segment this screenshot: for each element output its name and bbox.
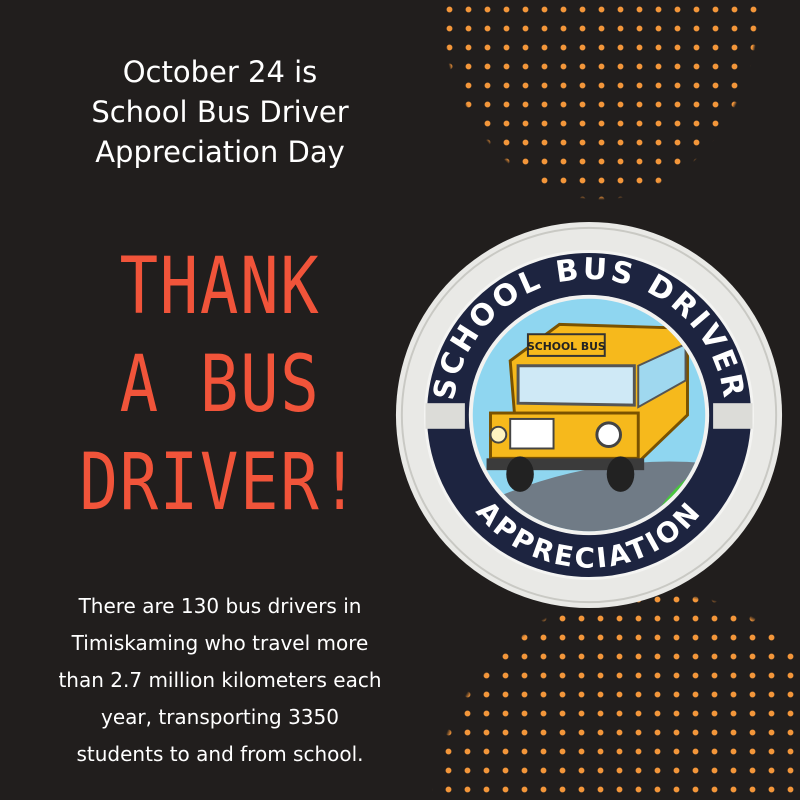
polka-dot-pattern-top [440, 0, 800, 210]
polka-dot-pattern-bottom [420, 590, 800, 800]
bus-driver-fact-text: There are 130 bus drivers in Timiskaming… [58, 594, 382, 766]
school-bus-driver-appreciation-badge: SCHOOL BUS DRIVER APPRECIATION SCHOOL BU… [395, 221, 783, 609]
thank-a-bus-driver-headline: THANK A BUS DRIVER! [79, 242, 361, 528]
bus-sign-text: SCHOOL BUS [527, 340, 606, 353]
appreciation-day-heading: October 24 is School Bus Driver Apprecia… [91, 55, 349, 169]
